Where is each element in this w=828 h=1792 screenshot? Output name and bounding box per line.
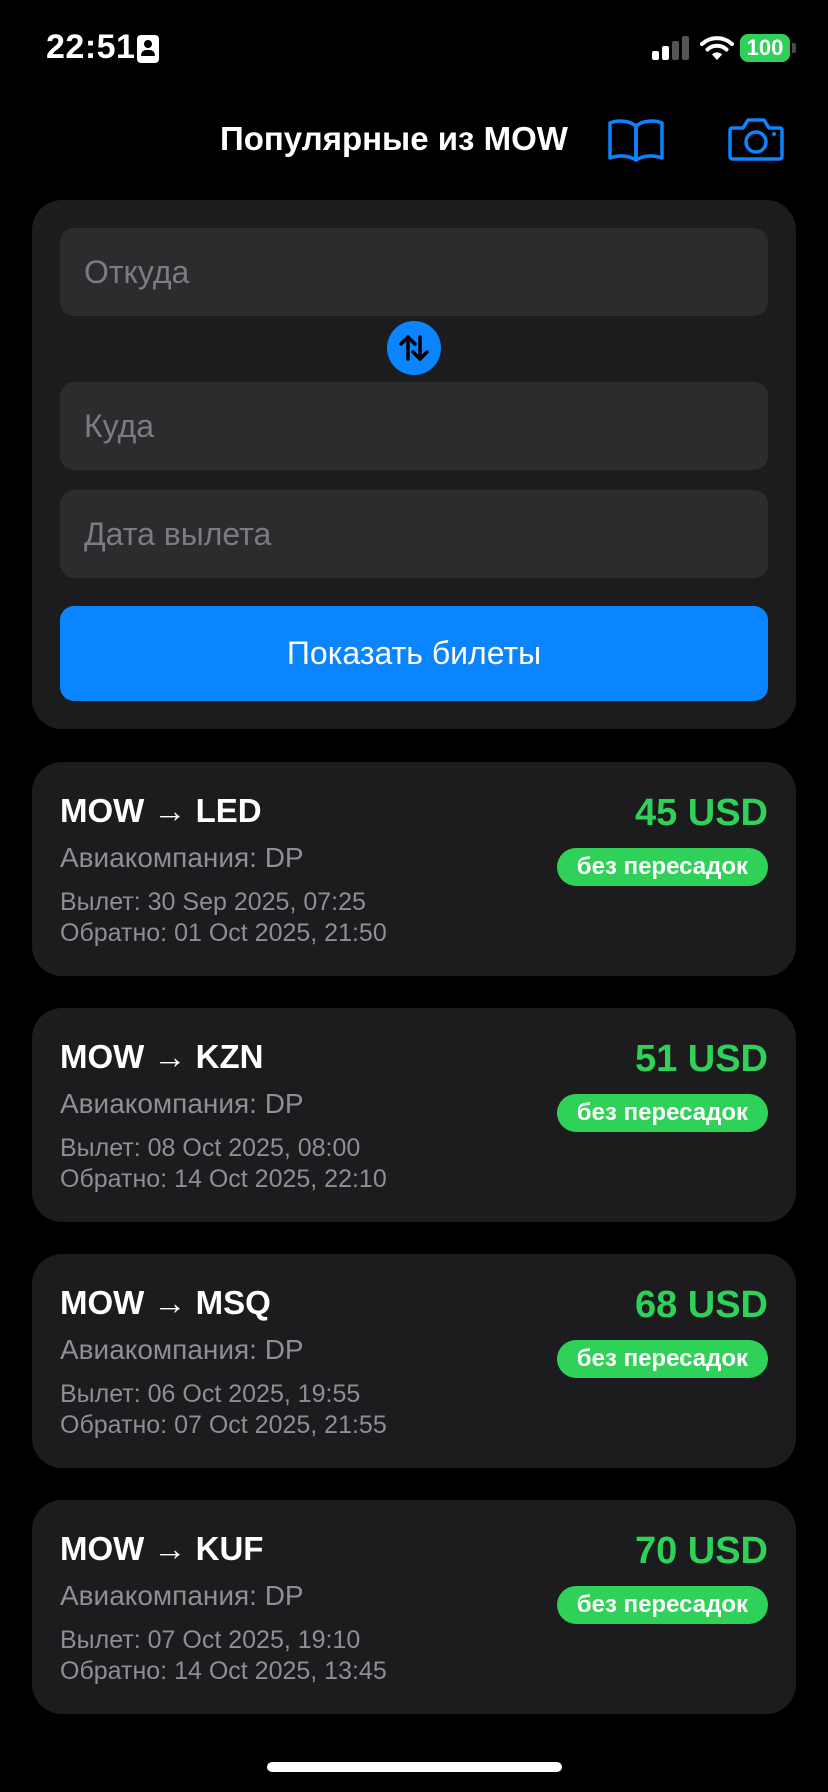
ticket-departure: Вылет: 06 Oct 2025, 19:55 bbox=[60, 1380, 361, 1408]
ticket-route: MOW → MSQ bbox=[60, 1284, 271, 1321]
home-indicator[interactable] bbox=[267, 1762, 562, 1772]
ticket-departure: Вылет: 30 Sep 2025, 07:25 bbox=[60, 888, 366, 916]
ticket-price: 51 USD bbox=[634, 1038, 768, 1080]
search-form: Показать билеты bbox=[32, 200, 796, 729]
camera-icon bbox=[728, 118, 784, 161]
direct-flight-badge: без пересадок bbox=[556, 1094, 768, 1132]
ticket-airline: Авиакомпания: DP bbox=[60, 1580, 304, 1611]
swap-button[interactable] bbox=[387, 321, 441, 375]
to-field[interactable] bbox=[60, 382, 768, 470]
page-title: Популярные из MOW bbox=[220, 120, 568, 157]
wifi-icon bbox=[700, 36, 734, 60]
date-field[interactable] bbox=[60, 490, 768, 578]
book-icon bbox=[608, 119, 664, 162]
from-field[interactable] bbox=[60, 228, 768, 316]
ticket-price: 68 USD bbox=[634, 1284, 768, 1326]
ticket-departure: Вылет: 08 Oct 2025, 08:00 bbox=[60, 1134, 361, 1162]
ticket-return: Обратно: 14 Oct 2025, 22:10 bbox=[60, 1165, 387, 1193]
battery-icon: 100 bbox=[740, 34, 790, 62]
ticket-return: Обратно: 14 Oct 2025, 13:45 bbox=[60, 1657, 387, 1685]
ticket-route: MOW → KZN bbox=[60, 1038, 264, 1075]
battery-tip bbox=[792, 43, 796, 53]
ticket-card[interactable]: MOW → MSQ Авиакомпания: DP Вылет: 06 Oct… bbox=[32, 1254, 796, 1468]
status-bar: 22:51 100 bbox=[0, 0, 828, 100]
bookmarks-button[interactable] bbox=[606, 116, 666, 164]
ticket-route: MOW → KUF bbox=[60, 1530, 264, 1567]
ticket-airline: Авиакомпания: DP bbox=[60, 842, 304, 873]
id-card-icon bbox=[137, 35, 159, 63]
ticket-return: Обратно: 01 Oct 2025, 21:50 bbox=[60, 919, 387, 947]
ticket-airline: Авиакомпания: DP bbox=[60, 1334, 304, 1365]
direct-flight-badge: без пересадок bbox=[556, 848, 768, 886]
ticket-airline: Авиакомпания: DP bbox=[60, 1088, 304, 1119]
ticket-price: 70 USD bbox=[634, 1530, 768, 1572]
ticket-card[interactable]: MOW → LED Авиакомпания: DP Вылет: 30 Sep… bbox=[32, 762, 796, 976]
nav-header: Популярные из MOW bbox=[0, 110, 828, 170]
direct-flight-badge: без пересадок bbox=[556, 1340, 768, 1378]
ticket-card[interactable]: MOW → KUF Авиакомпания: DP Вылет: 07 Oct… bbox=[32, 1500, 796, 1714]
ticket-return: Обратно: 07 Oct 2025, 21:55 bbox=[60, 1411, 387, 1439]
camera-button[interactable] bbox=[726, 114, 786, 164]
ticket-departure: Вылет: 07 Oct 2025, 19:10 bbox=[60, 1626, 361, 1654]
show-tickets-button[interactable]: Показать билеты bbox=[60, 606, 768, 701]
direct-flight-badge: без пересадок bbox=[556, 1586, 768, 1624]
swap-arrows-icon bbox=[399, 335, 429, 361]
ticket-price: 45 USD bbox=[634, 792, 768, 834]
ticket-card[interactable]: MOW → KZN Авиакомпания: DP Вылет: 08 Oct… bbox=[32, 1008, 796, 1222]
ticket-route: MOW → LED bbox=[60, 792, 262, 829]
status-time: 22:51 bbox=[46, 28, 136, 66]
cellular-signal-icon bbox=[652, 36, 690, 60]
